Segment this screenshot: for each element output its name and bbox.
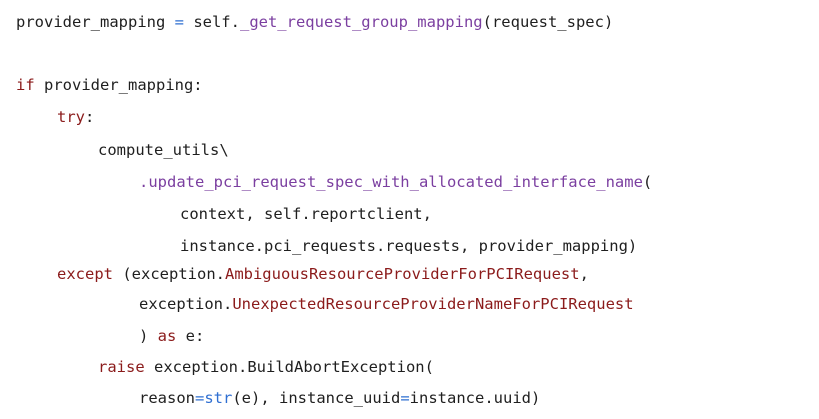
exception-prefix: exception. (144, 358, 248, 376)
code-line-6: context, self.reportclient, (180, 204, 432, 224)
open-paren: ( (642, 173, 653, 191)
code-snippet: provider_mapping = self._get_request_gro… (0, 0, 819, 419)
exception-prefix: (exception. (113, 265, 225, 283)
arguments-context-reportclient: context, self.reportclient, (180, 205, 432, 223)
build-abort-exception: BuildAbortException (247, 358, 425, 376)
code-line-10: ) as e: (139, 326, 204, 346)
code-line-12: reason=str(e), instance_uuid=instance.uu… (139, 388, 540, 408)
instance-uuid-value: instance.uuid) (409, 389, 541, 407)
compute-utils-reference: compute_utils\ (98, 141, 229, 159)
comma: , (579, 265, 589, 283)
keyword-except: except (57, 265, 113, 283)
if-condition: provider_mapping: (34, 76, 203, 94)
code-line-5: .update_pci_request_spec_with_allocated_… (139, 172, 652, 192)
code-line-9: exception.UnexpectedResourceProviderName… (139, 294, 634, 314)
close-paren: ) (139, 327, 158, 345)
code-line-8: except (exception.AmbiguousResourceProvi… (57, 264, 589, 284)
exception-variable: e: (176, 327, 205, 345)
code-line-3: try: (57, 107, 94, 127)
assign-operator: = (165, 13, 194, 31)
try-colon: : (85, 108, 95, 126)
code-line-4: compute_utils\ (98, 140, 229, 160)
exception-unexpected-resource-provider-name: UnexpectedResourceProviderNameForPCIRequ… (232, 295, 634, 313)
kwarg-instance-uuid: (e), instance_uuid (232, 389, 401, 407)
keyword-try: try (57, 108, 85, 126)
builtin-str: str (204, 389, 233, 407)
method-get-request-group-mapping: _get_request_group_mapping (239, 13, 483, 31)
equals-operator: = (195, 389, 205, 407)
exception-ambiguous-resource-provider: AmbiguousResourceProviderForPCIRequest (224, 265, 580, 283)
call-arguments: (request_spec) (482, 13, 614, 31)
equals-operator: = (400, 389, 410, 407)
keyword-if: if (16, 76, 35, 94)
code-line-2: if provider_mapping: (16, 75, 203, 95)
keyword-raise: raise (98, 358, 145, 376)
code-line-1: provider_mapping = self._get_request_gro… (16, 12, 613, 32)
keyword-as: as (157, 327, 177, 345)
kwarg-reason: reason (139, 389, 195, 407)
variable-provider-mapping: provider_mapping (16, 13, 166, 31)
code-line-11: raise exception.BuildAbortException( (98, 357, 434, 377)
open-paren: ( (424, 358, 434, 376)
exception-prefix: exception. (139, 295, 233, 313)
self-reference: self. (193, 13, 240, 31)
arguments-pci-requests: instance.pci_requests.requests, provider… (180, 237, 638, 255)
code-line-7: instance.pci_requests.requests, provider… (180, 236, 637, 256)
method-update-pci-request-spec: .update_pci_request_spec_with_allocated_… (139, 173, 643, 191)
